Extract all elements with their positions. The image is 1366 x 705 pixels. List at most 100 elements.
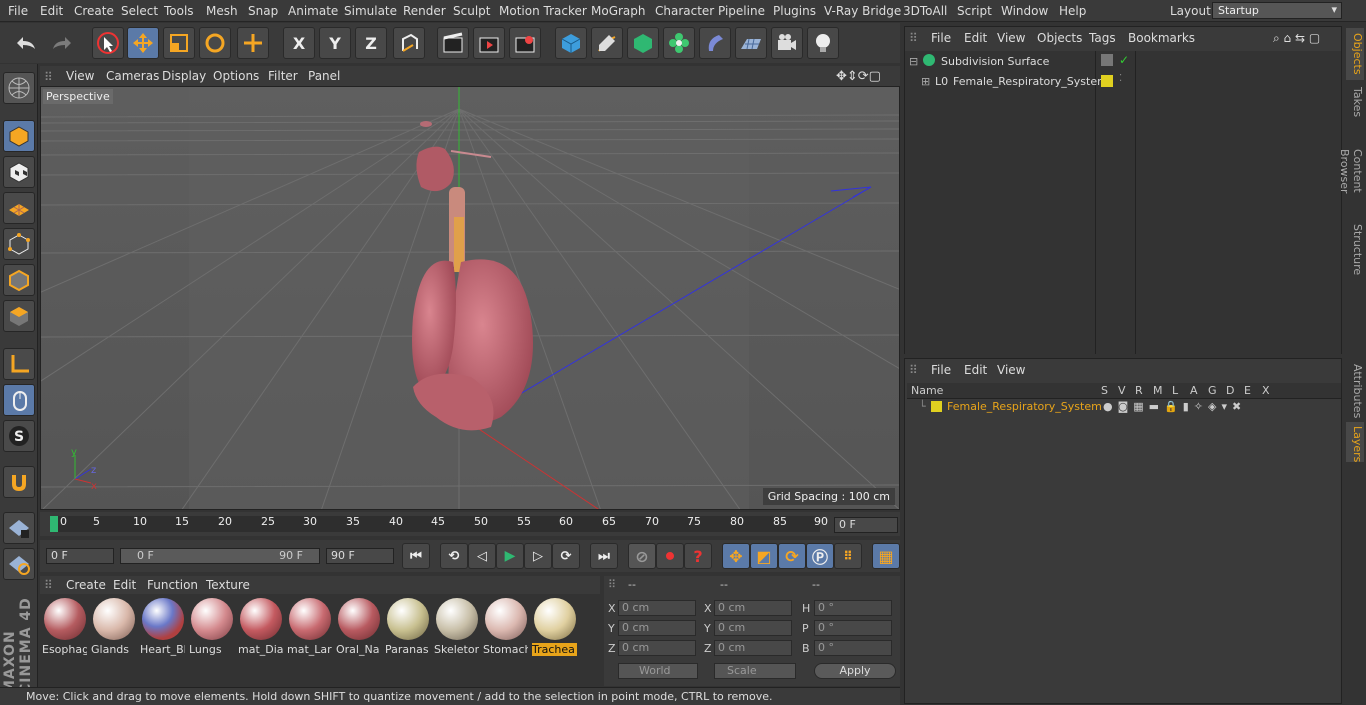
- size-x-field[interactable]: 0 cm: [714, 600, 792, 616]
- magnet-button[interactable]: [3, 466, 35, 498]
- z-axis-button[interactable]: Z: [355, 27, 387, 59]
- material-item[interactable]: Skeleton: [434, 598, 479, 656]
- position-x-field[interactable]: 0 cm: [618, 600, 696, 616]
- menu-snap[interactable]: Snap: [248, 4, 278, 18]
- obj-menu-edit[interactable]: Edit: [964, 31, 987, 45]
- motion-record-button[interactable]: ⊘: [628, 543, 656, 569]
- vp-menu-cameras[interactable]: Cameras: [106, 69, 159, 83]
- material-item[interactable]: Glands: [91, 598, 136, 656]
- layer-menu-view[interactable]: View: [997, 363, 1025, 377]
- menu-file[interactable]: File: [8, 4, 28, 18]
- timeline-ruler[interactable]: 0 5 10 15 20 25 30 35 40 45 50 55 60 65 …: [40, 512, 900, 536]
- layer-color-swatch[interactable]: [931, 401, 942, 412]
- menu-render[interactable]: Render: [403, 4, 446, 18]
- y-axis-button[interactable]: Y: [319, 27, 351, 59]
- texture-mode-button[interactable]: [3, 156, 35, 188]
- menu-mesh[interactable]: Mesh: [206, 4, 238, 18]
- size-z-field[interactable]: 0 cm: [714, 640, 792, 656]
- rotation-h-field[interactable]: 0 °: [814, 600, 892, 616]
- obj-menu-file[interactable]: File: [931, 31, 951, 45]
- obj-menu-view[interactable]: View: [997, 31, 1025, 45]
- rotation-b-field[interactable]: 0 °: [814, 640, 892, 656]
- menu-window[interactable]: Window: [1001, 4, 1048, 18]
- tweak-mode-button[interactable]: [3, 384, 35, 416]
- size-y-field[interactable]: 0 cm: [714, 620, 792, 636]
- layer-row[interactable]: └ Female_Respiratory_System ●◙▦▬🔒▮✧◈▾✖: [907, 399, 1341, 415]
- next-frame-button[interactable]: ▷: [524, 543, 552, 569]
- position-z-field[interactable]: 0 cm: [618, 640, 696, 656]
- edges-mode-button[interactable]: [3, 264, 35, 296]
- material-item[interactable]: Oral_Na: [336, 598, 381, 656]
- render-settings-button[interactable]: [509, 27, 541, 59]
- obj-menu-tags[interactable]: Tags: [1089, 31, 1116, 45]
- layout-select[interactable]: Startup: [1212, 2, 1342, 19]
- menu-3dtoall[interactable]: 3DToAll: [903, 4, 947, 18]
- layer-color-icon[interactable]: [1101, 75, 1113, 87]
- tab-layers[interactable]: Layers: [1346, 422, 1364, 462]
- key-scale-button[interactable]: ◩: [750, 543, 778, 569]
- recent-tool-button[interactable]: [237, 27, 269, 59]
- menu-character[interactable]: Character: [655, 4, 714, 18]
- material-item[interactable]: Paranas: [385, 598, 430, 656]
- tab-content-browser[interactable]: Content Browser: [1338, 124, 1364, 218]
- planar-workplane-button[interactable]: [3, 548, 35, 580]
- undo-button[interactable]: [10, 27, 42, 59]
- next-key-button[interactable]: ⟳: [552, 543, 580, 569]
- deformer-button[interactable]: [699, 27, 731, 59]
- previous-frame-button[interactable]: ◁: [468, 543, 496, 569]
- x-axis-button[interactable]: X: [283, 27, 315, 59]
- menu-simulate[interactable]: Simulate: [344, 4, 397, 18]
- key-parameter-button[interactable]: Ⓟ: [806, 543, 834, 569]
- menu-sculpt[interactable]: Sculpt: [453, 4, 490, 18]
- rotate-tool-button[interactable]: [199, 27, 231, 59]
- snapping-button[interactable]: S: [3, 420, 35, 452]
- vp-menu-options[interactable]: Options: [213, 69, 259, 83]
- material-item[interactable]: Lungs: [189, 598, 234, 656]
- points-mode-button[interactable]: [3, 228, 35, 260]
- cube-primitive-button[interactable]: [555, 27, 587, 59]
- key-position-button[interactable]: ✥: [722, 543, 750, 569]
- menu-script[interactable]: Script: [957, 4, 992, 18]
- material-item[interactable]: mat_Lar: [287, 598, 332, 656]
- menu-animate[interactable]: Animate: [288, 4, 338, 18]
- object-row[interactable]: ⊞ L0 Female_Respiratory_System ⁚: [905, 73, 1341, 91]
- material-item[interactable]: mat_Dia: [238, 598, 283, 656]
- move-tool-button[interactable]: [127, 27, 159, 59]
- obj-menu-bookmarks[interactable]: Bookmarks: [1128, 31, 1195, 45]
- vp-menu-filter[interactable]: Filter: [268, 69, 298, 83]
- light-button[interactable]: [807, 27, 839, 59]
- floor-button[interactable]: [735, 27, 767, 59]
- tab-takes[interactable]: Takes: [1346, 82, 1364, 122]
- pen-spline-button[interactable]: [591, 27, 623, 59]
- rotation-p-field[interactable]: 0 °: [814, 620, 892, 636]
- workplane-mode-button[interactable]: [3, 192, 35, 224]
- cloner-button[interactable]: [663, 27, 695, 59]
- mat-menu-edit[interactable]: Edit: [113, 578, 136, 592]
- end-frame-field[interactable]: 90 F: [326, 548, 394, 564]
- apply-button[interactable]: Apply: [814, 663, 896, 679]
- visibility-dots-icon[interactable]: ⁚: [1119, 73, 1122, 84]
- make-editable-button[interactable]: [3, 72, 35, 104]
- menu-motion-tracker[interactable]: Motion Tracker: [499, 4, 587, 18]
- menu-help[interactable]: Help: [1059, 4, 1086, 18]
- lock-workplane-button[interactable]: [3, 512, 35, 544]
- menu-edit[interactable]: Edit: [40, 4, 63, 18]
- mat-menu-create[interactable]: Create: [66, 578, 106, 592]
- layer-menu-file[interactable]: File: [931, 363, 951, 377]
- start-frame-field[interactable]: 0 F: [46, 548, 114, 564]
- polygons-mode-button[interactable]: [3, 300, 35, 332]
- menu-pipeline[interactable]: Pipeline: [718, 4, 765, 18]
- menu-vray-bridge[interactable]: V-Ray Bridge: [824, 4, 901, 18]
- menu-tools[interactable]: Tools: [164, 4, 194, 18]
- material-item[interactable]: Esophag: [42, 598, 87, 656]
- previous-key-button[interactable]: ⟲: [440, 543, 468, 569]
- material-item-selected[interactable]: Trachea: [532, 598, 577, 656]
- scale-select[interactable]: Scale: [714, 663, 796, 679]
- scale-tool-button[interactable]: [163, 27, 195, 59]
- axis-mode-button[interactable]: [3, 348, 35, 380]
- mat-menu-function[interactable]: Function: [147, 578, 198, 592]
- live-selection-button[interactable]: [92, 27, 124, 59]
- tab-structure[interactable]: Structure: [1346, 220, 1364, 276]
- material-item[interactable]: Stomach: [483, 598, 528, 656]
- camera-button[interactable]: [771, 27, 803, 59]
